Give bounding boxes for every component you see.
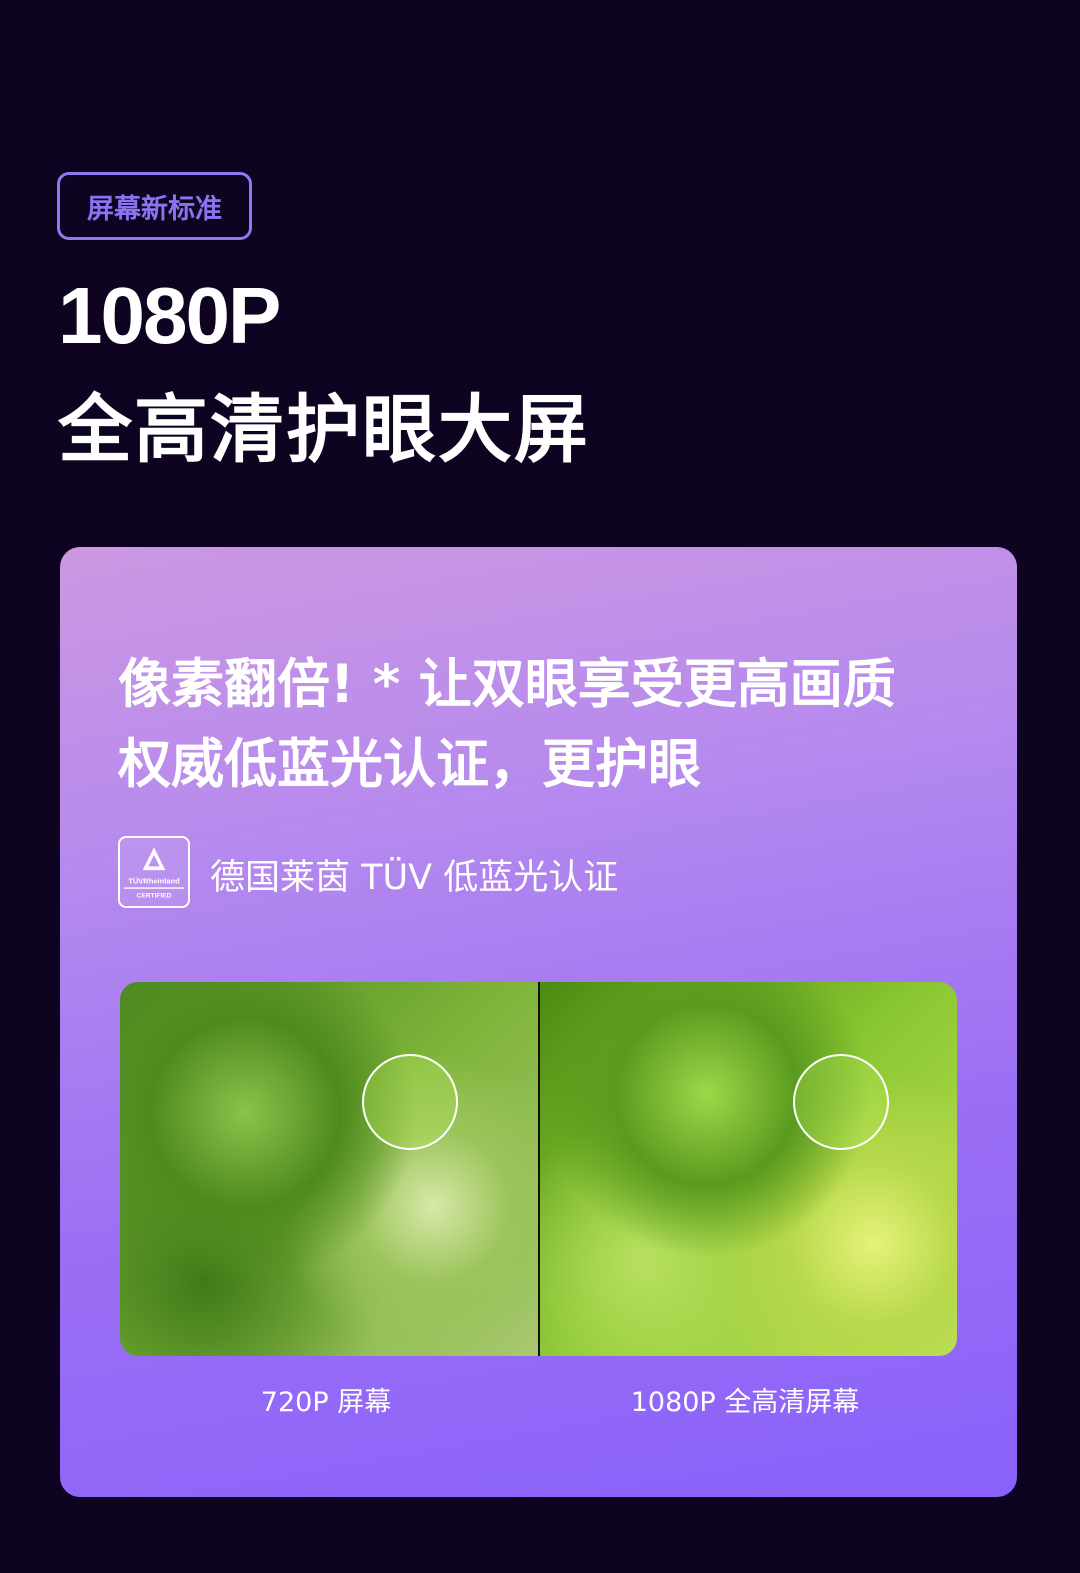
svg-text:TÜVRheinland: TÜVRheinland — [128, 876, 180, 885]
image-720p — [120, 982, 538, 1356]
svg-text:CERTIFIED: CERTIFIED — [137, 893, 172, 900]
page-title-resolution: 1080P — [58, 271, 281, 360]
page-title: 全高清护眼大屏 — [58, 387, 590, 473]
label-720p: 720P 屏幕 — [260, 1387, 392, 1418]
category-badge: 屏幕新标准 — [57, 172, 252, 240]
headline-1: 像素翻倍! * 让双眼享受更高画质 — [118, 654, 896, 715]
magnifier-circle — [362, 1054, 458, 1150]
image-1080p — [539, 982, 957, 1356]
comparison-image — [120, 982, 957, 1356]
tuv-certified-logo-icon: TÜVRheinland CERTIFIED — [118, 836, 190, 908]
magnifier-circle — [792, 1054, 889, 1150]
feature-card: 像素翻倍! * 让双眼享受更高画质 权威低蓝光认证，更护眼 TÜVRheinla… — [60, 547, 1017, 1497]
certification-text: 德国莱茵 TÜV 低蓝光认证 — [210, 858, 619, 898]
headline-2: 权威低蓝光认证，更护眼 — [118, 734, 701, 795]
label-1080p: 1080P 全高清屏幕 — [630, 1387, 860, 1418]
